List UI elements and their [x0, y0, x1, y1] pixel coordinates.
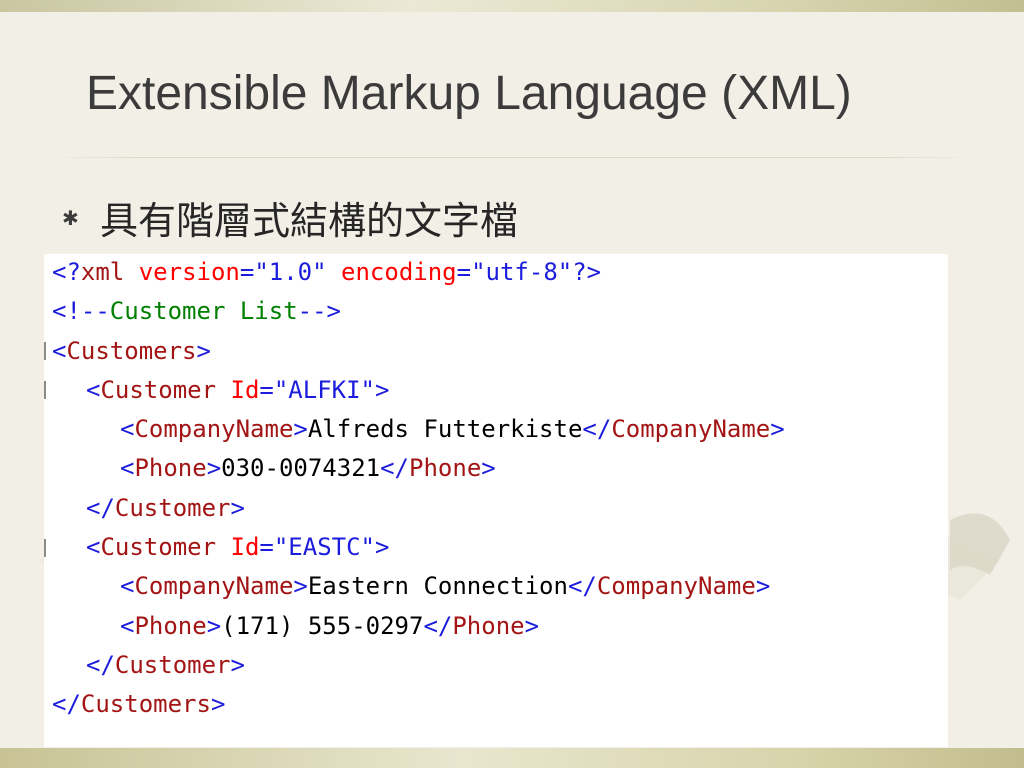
code-line-comment: <!--Customer List--> — [52, 297, 341, 325]
code-line-customer-open: <Customer Id="ALFKI"> — [86, 376, 390, 404]
gutter-marker — [44, 342, 46, 360]
code-line-phone: <Phone>030-0074321</Phone> — [120, 454, 496, 482]
bottom-decorative-band — [0, 748, 1024, 768]
bullet-text: 具有階層式結構的文字檔 — [100, 199, 519, 243]
code-line-root-open: <Customers> — [52, 337, 211, 365]
title-divider — [50, 157, 972, 158]
bullet-icon: ✱ — [62, 206, 79, 230]
code-line-root-close: </Customers> — [52, 690, 226, 718]
code-line-company-name: <CompanyName>Alfreds Futterkiste</Compan… — [120, 415, 785, 443]
top-decorative-band — [0, 0, 1024, 12]
code-line-customer-open: <Customer Id="EASTC"> — [86, 533, 390, 561]
xml-code-screenshot: <?xml version="1.0" encoding="utf-8"?> <… — [44, 254, 948, 747]
code-line-customer-close: </Customer> — [86, 651, 245, 679]
gutter-marker — [44, 381, 46, 399]
code-line-customer-close: </Customer> — [86, 494, 245, 522]
code-line-phone: <Phone>(171) 555-0297</Phone> — [120, 612, 540, 640]
code-line-company-name: <CompanyName>Eastern Connection</Company… — [120, 572, 771, 600]
gutter-marker — [44, 539, 46, 557]
slide-title: Extensible Markup Language (XML) — [86, 67, 852, 120]
code-line-declaration: <?xml version="1.0" encoding="utf-8"?> — [52, 258, 602, 286]
